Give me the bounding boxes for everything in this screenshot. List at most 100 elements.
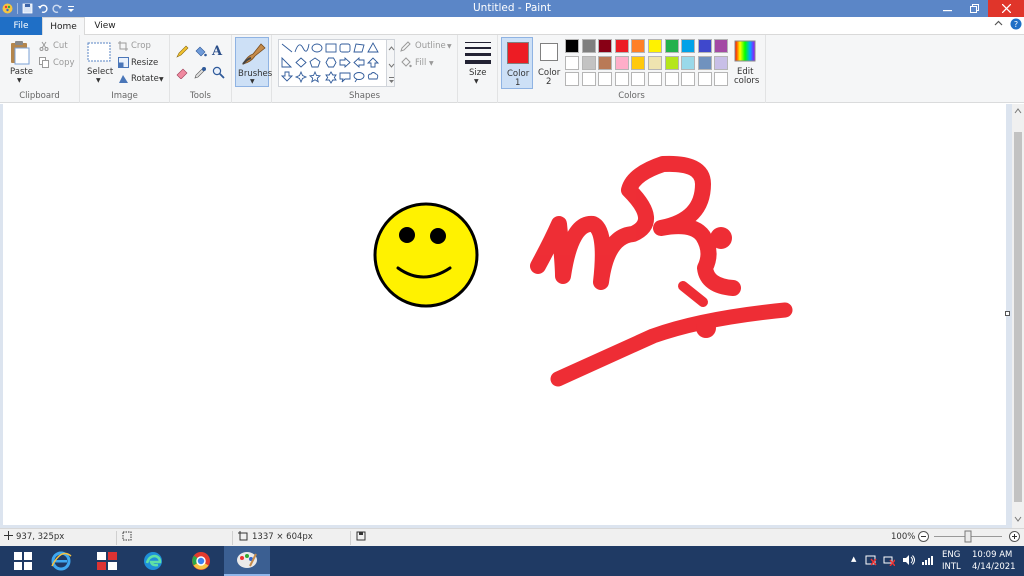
edit-colors-icon[interactable] xyxy=(734,40,756,65)
action-center-icon[interactable] xyxy=(865,554,877,569)
size-icon[interactable] xyxy=(465,41,491,68)
volume-icon[interactable] xyxy=(902,554,916,569)
palette-swatch[interactable] xyxy=(598,55,613,70)
vertical-scrollbar-thumb[interactable] xyxy=(1014,132,1022,502)
internet-explorer-icon[interactable] xyxy=(38,546,84,576)
clock-date[interactable]: 4/14/2021 xyxy=(972,562,1016,572)
palette-swatch[interactable] xyxy=(631,72,646,86)
close-button[interactable] xyxy=(988,0,1024,17)
restore-button[interactable] xyxy=(961,0,988,17)
app-icon[interactable] xyxy=(84,546,130,576)
resize-button[interactable]: Resize xyxy=(131,58,158,68)
zoom-out-button[interactable] xyxy=(918,531,929,545)
help-icon[interactable]: ? xyxy=(1010,18,1022,33)
fill-button[interactable]: Fill xyxy=(415,58,426,68)
shapes-gallery-scroll[interactable] xyxy=(386,39,395,87)
palette-swatch[interactable] xyxy=(681,72,696,86)
palette-swatch[interactable] xyxy=(697,55,712,70)
palette-swatch[interactable] xyxy=(614,55,629,70)
paste-button[interactable]: Paste xyxy=(10,67,33,77)
palette-swatch[interactable] xyxy=(614,39,629,53)
edit-colors-label-2[interactable]: colors xyxy=(734,76,759,86)
input-language-layout[interactable]: INTL xyxy=(942,562,961,572)
cut-icon[interactable] xyxy=(39,41,49,54)
tab-view[interactable]: View xyxy=(86,17,124,35)
wifi-signal-icon[interactable] xyxy=(921,554,933,569)
crop-button[interactable]: Crop xyxy=(131,41,151,51)
zoom-in-button[interactable] xyxy=(1009,531,1020,545)
palette-swatch[interactable] xyxy=(565,55,579,70)
outline-icon[interactable] xyxy=(400,41,412,55)
palette-swatch[interactable] xyxy=(631,55,646,70)
paint-taskbar-icon[interactable] xyxy=(224,546,270,576)
palette-swatch[interactable] xyxy=(648,72,662,86)
resize-icon[interactable] xyxy=(118,57,129,71)
palette-swatch[interactable] xyxy=(581,39,596,53)
palette-swatch[interactable] xyxy=(631,39,646,53)
zoom-slider[interactable] xyxy=(934,529,1002,545)
palette-swatch[interactable] xyxy=(565,39,579,53)
palette-swatch[interactable] xyxy=(598,72,613,86)
palette-swatch[interactable] xyxy=(714,72,729,86)
palette-swatch[interactable] xyxy=(664,55,679,70)
outline-button[interactable]: Outline xyxy=(415,41,446,51)
crop-icon[interactable] xyxy=(118,41,128,54)
rotate-button[interactable]: Rotate xyxy=(131,74,159,84)
shapes-gallery[interactable] xyxy=(278,39,390,87)
select-dropdown-icon[interactable]: ▼ xyxy=(96,77,101,84)
palette-swatch[interactable] xyxy=(664,72,679,86)
palette-swatch[interactable] xyxy=(648,55,662,70)
color1-button[interactable]: Color 1 xyxy=(501,37,533,89)
edge-browser-icon[interactable] xyxy=(130,546,176,576)
fill-dropdown-icon[interactable]: ▼ xyxy=(429,60,434,67)
select-button[interactable]: Select xyxy=(87,67,113,77)
palette-swatch[interactable] xyxy=(664,39,679,53)
canvas-resize-handle-right[interactable] xyxy=(1005,311,1010,316)
network-icon[interactable] xyxy=(883,554,896,569)
rotate-dropdown-icon[interactable]: ▼ xyxy=(159,76,164,83)
paste-dropdown-icon[interactable]: ▼ xyxy=(17,77,22,84)
show-hidden-icons-icon[interactable]: ▲ xyxy=(851,555,856,563)
pencil-icon[interactable] xyxy=(176,45,189,61)
outline-dropdown-icon[interactable]: ▼ xyxy=(447,43,452,50)
palette-swatch[interactable] xyxy=(681,55,696,70)
file-size-icon xyxy=(356,531,366,544)
color2-number: 2 xyxy=(546,77,552,87)
palette-swatch[interactable] xyxy=(581,55,596,70)
palette-swatch[interactable] xyxy=(648,39,662,53)
tab-home[interactable]: Home xyxy=(42,17,85,36)
drawing-canvas[interactable] xyxy=(3,104,1010,525)
brushes-button[interactable]: Brushes ▼ xyxy=(235,37,272,87)
paste-icon[interactable] xyxy=(9,40,31,69)
color2-button[interactable]: Color 2 xyxy=(535,37,563,89)
cut-button[interactable]: Cut xyxy=(53,41,68,51)
copy-icon[interactable] xyxy=(39,57,50,71)
rotate-icon[interactable] xyxy=(118,73,129,87)
palette-swatch[interactable] xyxy=(714,39,729,53)
chrome-browser-icon[interactable] xyxy=(178,546,224,576)
palette-swatch[interactable] xyxy=(614,72,629,86)
palette-swatch[interactable] xyxy=(565,72,579,86)
size-button[interactable]: Size xyxy=(469,68,486,78)
fill-icon[interactable] xyxy=(400,57,412,71)
minimize-ribbon-icon[interactable] xyxy=(994,19,1003,31)
fill-bucket-icon[interactable] xyxy=(194,45,207,61)
vertical-scrollbar[interactable] xyxy=(1012,104,1024,528)
select-icon[interactable] xyxy=(87,42,111,67)
palette-swatch[interactable] xyxy=(714,55,729,70)
tab-file[interactable]: File xyxy=(0,17,42,35)
color-picker-icon[interactable] xyxy=(194,66,207,82)
input-language[interactable]: ENG xyxy=(942,550,960,560)
palette-swatch[interactable] xyxy=(697,72,712,86)
eraser-icon[interactable] xyxy=(176,66,189,82)
palette-swatch[interactable] xyxy=(681,39,696,53)
copy-button[interactable]: Copy xyxy=(53,58,75,68)
size-dropdown-icon[interactable]: ▼ xyxy=(474,78,479,85)
palette-swatch[interactable] xyxy=(581,72,596,86)
palette-swatch[interactable] xyxy=(598,39,613,53)
clock-time[interactable]: 10:09 AM xyxy=(972,550,1012,560)
text-tool-icon[interactable]: A xyxy=(212,44,222,59)
magnifier-icon[interactable] xyxy=(212,66,225,82)
palette-swatch[interactable] xyxy=(697,39,712,53)
minimize-button[interactable] xyxy=(934,0,961,17)
